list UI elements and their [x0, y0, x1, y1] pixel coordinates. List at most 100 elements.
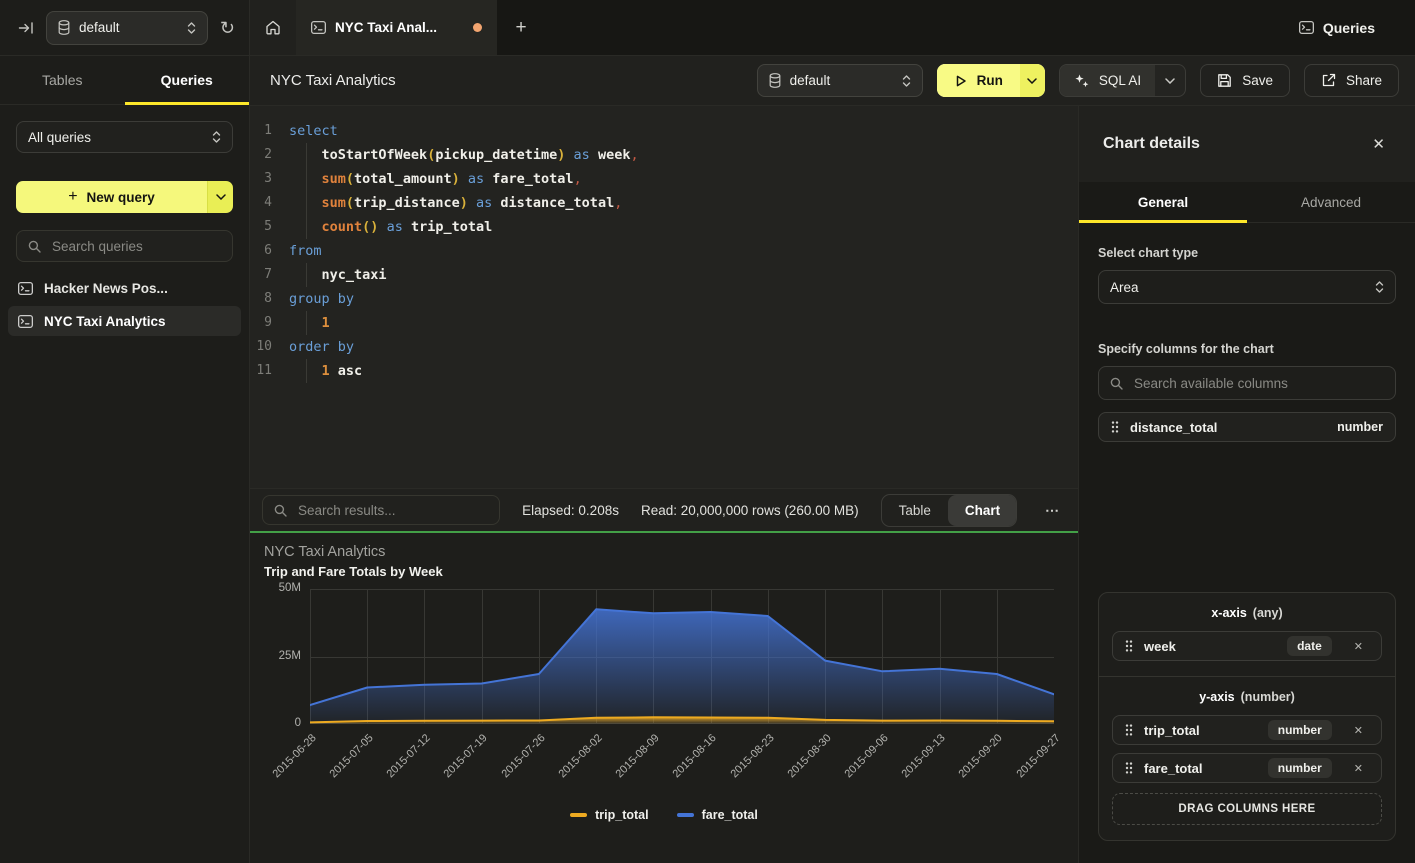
- remove-column-button[interactable]: ✕: [1348, 723, 1369, 738]
- share-button[interactable]: Share: [1304, 64, 1399, 97]
- drag-columns-drop-zone[interactable]: DRAG COLUMNS HERE: [1112, 793, 1382, 825]
- code-line: 7 nyc_taxi: [250, 263, 1078, 287]
- topbar-queries-button[interactable]: Queries: [1299, 20, 1375, 36]
- y-axis-section: y-axis(number) trip_totalnumber✕fare_tot…: [1099, 676, 1395, 840]
- x-axis-tick-label: 2015-07-05: [327, 732, 375, 780]
- chart-plot[interactable]: 025M50M2015-06-282015-07-052015-07-12201…: [310, 589, 1054, 724]
- x-axis-columns: weekdate✕: [1112, 631, 1382, 661]
- indent-guide: [306, 191, 307, 215]
- line-number: 4: [250, 191, 284, 215]
- line-number: 3: [250, 167, 284, 191]
- line-number: 1: [250, 119, 284, 143]
- run-button[interactable]: Run: [937, 64, 1045, 97]
- search-icon: [274, 504, 287, 517]
- sidebar-tab-tables[interactable]: Tables: [0, 56, 125, 104]
- line-number: 8: [250, 287, 284, 311]
- view-toggle-table[interactable]: Table: [882, 495, 948, 526]
- details-tab-advanced[interactable]: Advanced: [1247, 182, 1415, 222]
- column-type: number: [1268, 720, 1332, 740]
- chart-type-select[interactable]: Area: [1098, 270, 1396, 304]
- sidebar-search-input[interactable]: [50, 238, 221, 255]
- sql-ai-label: SQL AI: [1099, 73, 1141, 88]
- column-type: number: [1337, 420, 1383, 434]
- search-icon: [28, 240, 41, 253]
- run-options-button[interactable]: [1020, 64, 1045, 97]
- drag-handle-icon[interactable]: [1111, 421, 1119, 433]
- database-icon: [58, 20, 70, 35]
- sql-ai-main[interactable]: SQL AI: [1060, 65, 1155, 96]
- sql-ai-dropdown-button[interactable]: [1155, 65, 1185, 96]
- columns-search[interactable]: [1098, 366, 1396, 400]
- query-header: NYC Taxi Analytics default Run: [250, 56, 1415, 106]
- x-axis-tick-label: 2015-08-02: [556, 732, 604, 780]
- topbar-left: default ↻: [0, 0, 250, 55]
- details-tab-general[interactable]: General: [1079, 182, 1247, 222]
- remove-column-button[interactable]: ✕: [1348, 761, 1369, 776]
- columns-search-input[interactable]: [1132, 375, 1384, 392]
- column-chip-week[interactable]: weekdate✕: [1112, 631, 1382, 661]
- code-line: 2 toStartOfWeek(pickup_datetime) as week…: [250, 143, 1078, 167]
- home-tab[interactable]: [250, 0, 296, 55]
- new-query-label: New query: [87, 190, 155, 205]
- run-main[interactable]: Run: [937, 64, 1020, 97]
- code-text: count() as trip_total: [284, 215, 492, 239]
- results-search-input[interactable]: [296, 502, 488, 519]
- x-axis-tick-label: 2015-08-09: [614, 732, 662, 780]
- close-panel-button[interactable]: ✕: [1366, 134, 1391, 154]
- y-axis-title: y-axis(number): [1112, 690, 1382, 704]
- line-number: 6: [250, 239, 284, 263]
- collapse-sidebar-button[interactable]: [18, 21, 34, 35]
- drag-handle-icon[interactable]: [1125, 762, 1133, 774]
- chart-details-header: Chart details ✕: [1079, 106, 1415, 182]
- drag-handle-icon[interactable]: [1125, 640, 1133, 652]
- terminal-icon: [311, 21, 326, 34]
- chart-type-value: Area: [1110, 280, 1366, 295]
- close-icon: ✕: [1372, 136, 1385, 153]
- drag-handle-icon[interactable]: [1125, 724, 1133, 736]
- queries-filter-select[interactable]: All queries: [16, 121, 233, 153]
- remove-column-button[interactable]: ✕: [1348, 639, 1369, 654]
- saved-query-label: NYC Taxi Analytics: [44, 314, 166, 329]
- sidebar-tab-queries[interactable]: Queries: [125, 56, 250, 104]
- column-chip-fare-total[interactable]: fare_totalnumber✕: [1112, 753, 1382, 783]
- topbar-database-selector[interactable]: default: [46, 11, 208, 45]
- y-axis-tick-label: 25M: [279, 650, 301, 662]
- queries-filter-value: All queries: [28, 130, 203, 145]
- sql-ai-button[interactable]: SQL AI: [1059, 64, 1186, 97]
- legend-label: fare_total: [702, 808, 758, 822]
- x-axis-title: x-axis(any): [1112, 606, 1382, 620]
- plus-icon: +: [515, 17, 526, 39]
- saved-query-hacker-news-pos[interactable]: Hacker News Pos...: [8, 273, 241, 303]
- more-options-button[interactable]: ⋯: [1039, 502, 1066, 519]
- line-number: 5: [250, 215, 284, 239]
- indent-guide: [306, 263, 307, 287]
- line-number: 7: [250, 263, 284, 287]
- new-query-button[interactable]: + New query: [16, 181, 233, 213]
- legend-item-trip-total[interactable]: trip_total: [570, 808, 648, 822]
- legend-item-fare-total[interactable]: fare_total: [677, 808, 758, 822]
- tab-nyc-taxi-analytics[interactable]: NYC Taxi Anal...: [296, 0, 497, 55]
- new-query-main[interactable]: + New query: [16, 181, 207, 213]
- collapse-sidebar-icon: [18, 21, 34, 35]
- code-text: 1: [284, 311, 330, 335]
- x-axis-tick-label: 2015-07-19: [442, 732, 490, 780]
- column-chip-distance-total[interactable]: distance_totalnumber: [1098, 412, 1396, 442]
- view-toggle-chart[interactable]: Chart: [948, 495, 1017, 526]
- sql-editor[interactable]: 1select2 toStartOfWeek(pickup_datetime) …: [250, 106, 1078, 488]
- refresh-button[interactable]: ↻: [220, 19, 235, 37]
- y-axis-columns: trip_totalnumber✕fare_totalnumber✕: [1112, 715, 1382, 783]
- line-number: 9: [250, 311, 284, 335]
- save-button[interactable]: Save: [1200, 64, 1290, 97]
- new-query-dropdown-button[interactable]: [207, 181, 233, 213]
- sidebar-search[interactable]: [16, 230, 233, 262]
- new-tab-button[interactable]: +: [497, 0, 545, 55]
- results-search[interactable]: [262, 495, 500, 525]
- column-chip-trip-total[interactable]: trip_totalnumber✕: [1112, 715, 1382, 745]
- header-database-selector[interactable]: default: [757, 64, 923, 97]
- saved-query-nyc-taxi-analytics[interactable]: NYC Taxi Analytics: [8, 306, 241, 336]
- column-type: date: [1287, 636, 1332, 656]
- x-axis-tick-label: 2015-09-27: [1014, 732, 1062, 780]
- chevron-down-icon: [1027, 78, 1037, 84]
- code-line: 5 count() as trip_total: [250, 215, 1078, 239]
- code-line: 10order by: [250, 335, 1078, 359]
